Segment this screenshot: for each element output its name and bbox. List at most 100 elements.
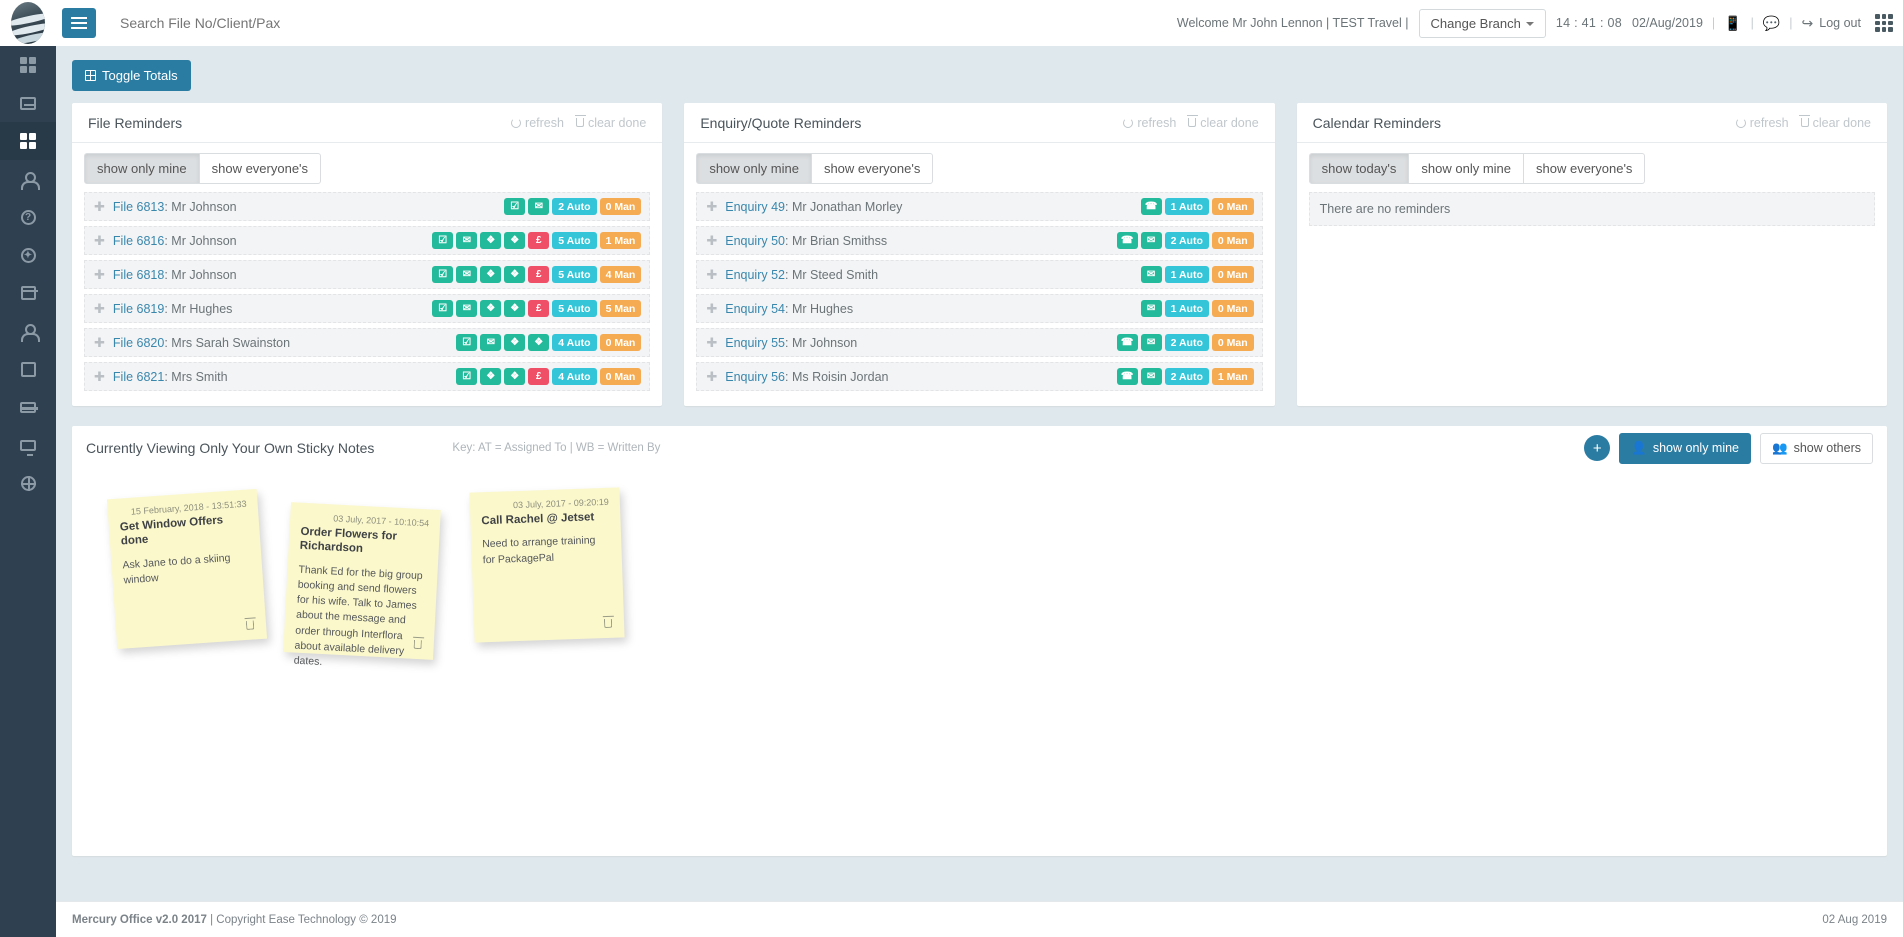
status-badge[interactable]: 0 Man [1211, 232, 1254, 249]
chat-icon[interactable]: 💬 [1763, 15, 1780, 32]
status-badge[interactable]: 2 Auto [552, 198, 597, 215]
filter-show-only-mine[interactable]: show only mine [1409, 153, 1525, 184]
status-badge[interactable]: 4 Auto [552, 334, 597, 351]
envelope-icon[interactable]: ✉ [456, 232, 478, 249]
status-badge[interactable]: 0 Man [599, 368, 642, 385]
delete-note-icon[interactable] [603, 618, 613, 629]
refresh-button[interactable]: refresh [1735, 116, 1789, 130]
expand-plus-icon[interactable]: ✚ [706, 200, 717, 213]
tag-icon[interactable]: ❖ [480, 368, 502, 385]
phone-icon[interactable]: ☎ [1116, 334, 1138, 351]
reminder-row[interactable]: ✚ Enquiry 54: Mr Hughes ✉ 1 Auto 0 Man [696, 294, 1263, 323]
file-link[interactable]: File 6821 [113, 370, 164, 384]
expand-plus-icon[interactable]: ✚ [94, 302, 105, 315]
sticky-note[interactable]: 15 February, 2018 - 13:51:33 Get Window O… [106, 488, 268, 650]
enquiry-link[interactable]: Enquiry 56 [725, 370, 785, 384]
logout-link[interactable]: Log out [1819, 16, 1861, 30]
change-branch-button[interactable]: Change Branch [1418, 8, 1546, 38]
reminder-row[interactable]: ✚ File 6819: Mr Hughes ☑ ✉ ❖ ❖ £5 Auto 5 Man [84, 294, 651, 323]
tag-icon[interactable]: ❖ [504, 368, 526, 385]
status-badge[interactable]: 1 Auto [1164, 300, 1209, 317]
checkbox-icon[interactable]: ☑ [456, 334, 478, 351]
checkbox-icon[interactable]: ☑ [432, 266, 454, 283]
toggle-totals-button[interactable]: Toggle Totals [72, 60, 191, 91]
expand-plus-icon[interactable]: ✚ [94, 370, 105, 383]
file-link[interactable]: File 6819 [113, 302, 164, 316]
sidebar-item-clients[interactable] [0, 160, 56, 198]
envelope-icon[interactable]: ✉ [456, 300, 478, 317]
phone-icon[interactable]: ☎ [1140, 198, 1162, 215]
tag-icon[interactable]: ❖ [480, 300, 502, 317]
pound-icon[interactable]: £ [528, 232, 550, 249]
checkbox-icon[interactable]: ☑ [432, 232, 454, 249]
refresh-button[interactable]: refresh [1123, 116, 1176, 130]
sticky-note[interactable]: 03 July, 2017 - 10:10:54 Order Flowers fo… [283, 502, 441, 668]
sidebar-item-suppliers[interactable] [0, 312, 56, 350]
status-badge[interactable]: 1 Auto [1164, 266, 1209, 283]
status-badge[interactable]: 5 Auto [552, 232, 597, 249]
tag-icon[interactable]: ❖ [480, 232, 502, 249]
filter-show-todays[interactable]: show today's [1308, 153, 1410, 184]
sidebar-item-bookings[interactable]: ✦ [0, 236, 56, 274]
status-badge[interactable]: 5 Auto [552, 266, 597, 283]
sticky-show-only-mine-button[interactable]: 👤 show only mine [1619, 432, 1752, 464]
enquiry-link[interactable]: Enquiry 49 [725, 200, 785, 214]
envelope-icon[interactable]: ✉ [528, 198, 550, 215]
menu-toggle-button[interactable] [62, 8, 96, 38]
sidebar-item-home[interactable] [0, 122, 56, 160]
status-badge[interactable]: 2 Auto [1164, 232, 1209, 249]
expand-plus-icon[interactable]: ✚ [706, 268, 717, 281]
envelope-open-icon[interactable]: ✉ [1140, 300, 1162, 317]
tag-icon[interactable]: ❖ [504, 232, 526, 249]
delete-note-icon[interactable] [413, 639, 422, 650]
sidebar-item-calendar[interactable] [0, 274, 56, 312]
expand-plus-icon[interactable]: ✚ [94, 268, 105, 281]
envelope-icon[interactable]: ✉ [456, 266, 478, 283]
logout-icon[interactable]: ↪ [1802, 15, 1814, 32]
reminder-row[interactable]: ✚ Enquiry 52: Mr Steed Smith ✉ 1 Auto 0 Man [696, 260, 1263, 289]
reminder-row[interactable]: ✚ File 6816: Mr Johnson ☑ ✉ ❖ ❖ £5 Auto 1 Man [84, 226, 651, 255]
status-badge[interactable]: 2 Auto [1164, 334, 1209, 351]
sticky-note[interactable]: 03 July, 2017 - 09:20:19 Call Rachel @ Je… [469, 487, 625, 643]
checkbox-icon[interactable]: ☑ [456, 368, 478, 385]
tag-icon[interactable]: ❖ [504, 300, 526, 317]
tag-icon[interactable]: ❖ [528, 334, 550, 351]
expand-plus-icon[interactable]: ✚ [706, 302, 717, 315]
phone-icon[interactable]: ☎ [1116, 232, 1138, 249]
sidebar-item-help[interactable]: ? [0, 198, 56, 236]
reminder-row[interactable]: ✚ File 6813: Mr Johnson ☑ ✉ 2 Auto 0 Man [84, 192, 651, 221]
status-badge[interactable]: 0 Man [1211, 300, 1254, 317]
pound-icon[interactable]: £ [528, 368, 550, 385]
filter-show-everyones[interactable]: show everyone's [811, 153, 934, 184]
tag-icon[interactable]: ❖ [504, 334, 526, 351]
sidebar-item-system[interactable] [0, 426, 56, 464]
status-badge[interactable]: 2 Auto [1164, 368, 1209, 385]
mobile-icon[interactable]: 📱 [1724, 15, 1741, 32]
file-link[interactable]: File 6820 [113, 336, 164, 350]
status-badge[interactable]: 0 Man [599, 334, 642, 351]
status-badge[interactable]: 0 Man [1211, 334, 1254, 351]
status-badge[interactable]: 1 Man [1211, 368, 1254, 385]
enquiry-link[interactable]: Enquiry 52 [725, 268, 785, 282]
expand-plus-icon[interactable]: ✚ [94, 200, 105, 213]
enquiry-link[interactable]: Enquiry 54 [725, 302, 785, 316]
reminder-row[interactable]: ✚ File 6818: Mr Johnson ☑ ✉ ❖ ❖ £5 Auto 4 Man [84, 260, 651, 289]
status-badge[interactable]: 0 Man [599, 198, 642, 215]
clear-done-button[interactable]: clear done [574, 115, 646, 130]
reminder-row[interactable]: ✚ File 6820: Mrs Sarah Swainston ☑ ✉ ❖ ❖ 4 Aut… [84, 328, 651, 357]
envelope-open-icon[interactable]: ✉ [1140, 334, 1162, 351]
checkbox-icon[interactable]: ☑ [432, 300, 454, 317]
status-badge[interactable]: 4 Man [599, 266, 642, 283]
sidebar-item-dashboard[interactable] [0, 46, 56, 84]
delete-note-icon[interactable] [245, 620, 255, 631]
clear-done-button[interactable]: clear done [1186, 115, 1259, 130]
filter-show-only-mine[interactable]: show only mine [696, 153, 812, 184]
tag-icon[interactable]: ❖ [480, 266, 502, 283]
envelope-icon[interactable]: ✉ [480, 334, 502, 351]
reminder-row[interactable]: ✚ File 6821: Mrs Smith ☑ ❖ ❖ £4 Auto 0 Man [84, 362, 651, 391]
expand-plus-icon[interactable]: ✚ [706, 234, 717, 247]
reminder-row[interactable]: ✚ Enquiry 50: Mr Brian Smithss ☎ ✉ 2 Auto 0 M… [696, 226, 1263, 255]
expand-plus-icon[interactable]: ✚ [706, 370, 717, 383]
envelope-open-icon[interactable]: ✉ [1140, 266, 1162, 283]
sidebar-item-web[interactable] [0, 464, 56, 502]
